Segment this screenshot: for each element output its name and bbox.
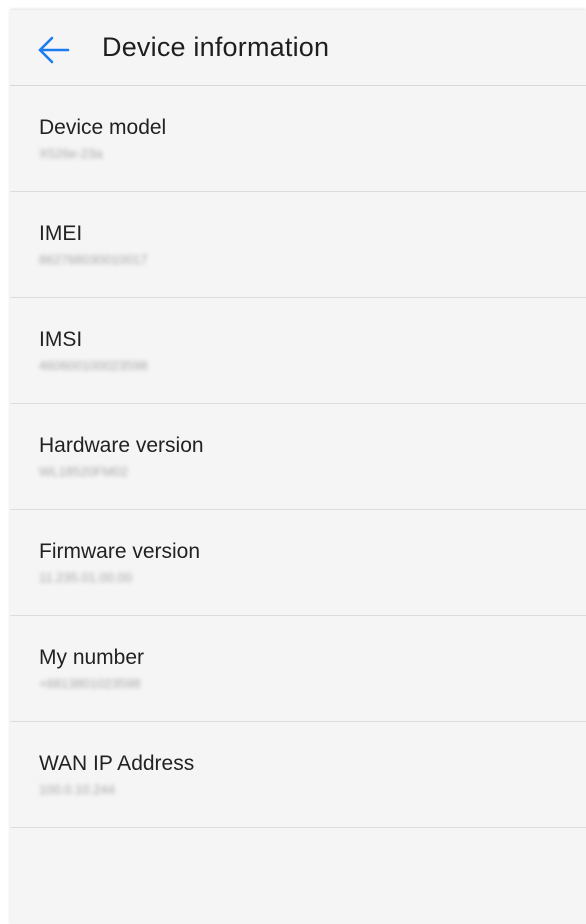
info-row-firmware-version[interactable]: Firmware version 11.235.01.00.00 [10, 510, 586, 616]
info-row-wan-ip-address[interactable]: WAN IP Address 100.0.10.244 [10, 722, 586, 828]
info-row-label: WAN IP Address [39, 752, 195, 775]
page-title: Device information [102, 32, 330, 62]
info-row-device-model[interactable]: Device model X526e-23a [10, 86, 586, 192]
info-row-value: +6813801023598 [39, 676, 141, 691]
arrow-left-icon [38, 36, 70, 64]
info-row-label: Hardware version [39, 434, 204, 457]
info-row-my-number[interactable]: My number +6813801023598 [10, 616, 586, 722]
info-row-label: Device model [39, 116, 167, 139]
info-row-label: Firmware version [39, 540, 201, 563]
info-row-value: 11.235.01.00.00 [39, 570, 133, 585]
info-row-hardware-version[interactable]: Hardware version WL18520FM02 [10, 404, 586, 510]
device-information-screen: Device information Device model X526e-23… [10, 10, 586, 924]
info-row-imsi[interactable]: IMSI 460600100023598 [10, 298, 586, 404]
back-button[interactable] [34, 30, 74, 70]
device-info-list: Device model X526e-23a IMEI 862768030010… [10, 86, 586, 828]
info-row-value: X526e-23a [39, 146, 103, 161]
info-row-label: IMSI [39, 328, 83, 351]
app-bar: Device information [10, 10, 586, 86]
info-row-imei[interactable]: IMEI 862768030010017 [10, 192, 586, 298]
info-row-value: WL18520FM02 [39, 464, 128, 479]
info-row-value: 460600100023598 [39, 358, 148, 373]
info-row-value: 100.0.10.244 [39, 782, 115, 797]
info-row-label: IMEI [39, 222, 83, 245]
info-row-label: My number [39, 646, 145, 669]
info-row-value: 862768030010017 [39, 252, 148, 267]
